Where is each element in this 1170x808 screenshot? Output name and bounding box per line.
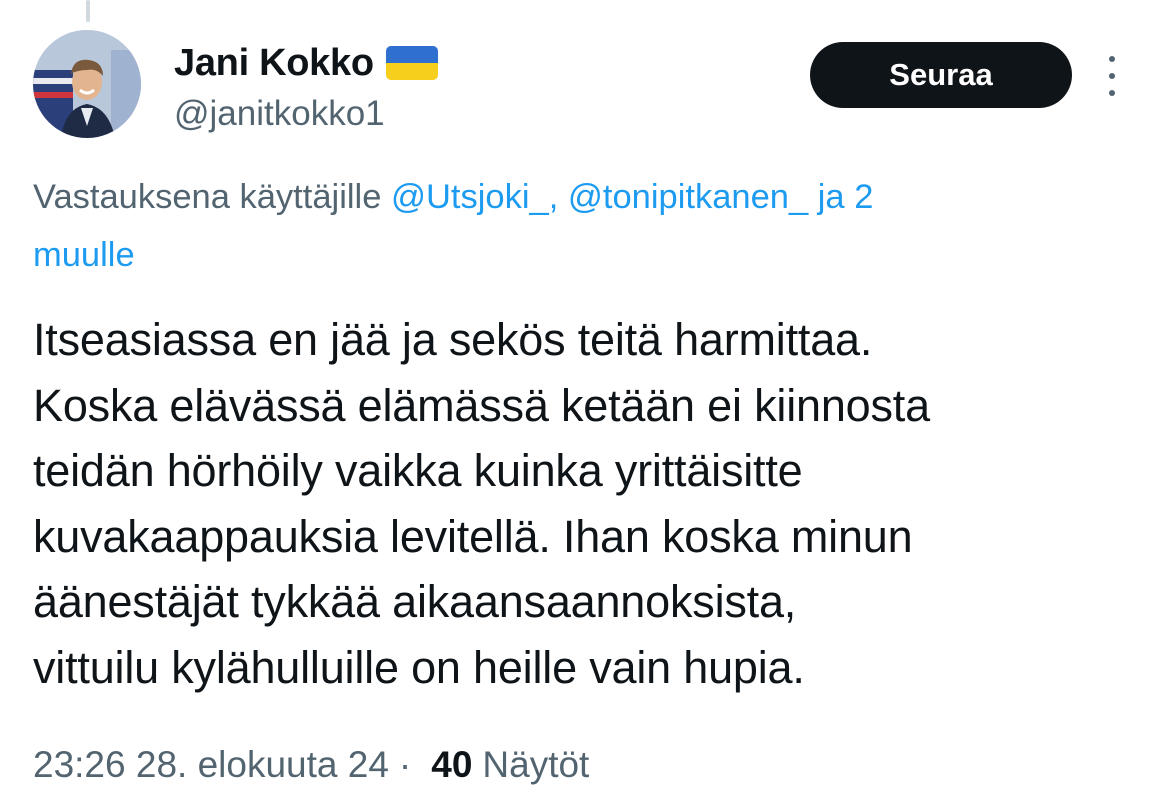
reply-context-prefix: Vastauksena käyttäjille <box>33 178 391 216</box>
author-name-row: Jani Kokko <box>174 38 438 88</box>
author-display-name[interactable]: Jani Kokko <box>174 42 374 85</box>
mention-tonipitkanen[interactable]: @tonipitkanen_ <box>568 178 808 216</box>
thread-connector-line <box>86 0 90 22</box>
mention-utsjoki[interactable]: @Utsjoki_ <box>391 178 549 216</box>
views-count: 40 <box>431 744 473 785</box>
tweet-text-line: vittuilu kylähulluille on heille vain hu… <box>33 641 805 693</box>
ukraine-flag-icon <box>385 46 438 80</box>
more-options-icon[interactable] <box>1103 56 1121 96</box>
tweet-text-line: kuvakaappauksia levitellä. Ihan koska mi… <box>33 510 913 562</box>
author-handle[interactable]: @janitkokko1 <box>174 94 385 134</box>
tweet-text-line: Koska elävässä elämässä ketään ei kiinno… <box>33 379 930 431</box>
mention-separator: , <box>548 178 568 216</box>
tweet-text-line: äänestäjät tykkää aikaansaannoksista, <box>33 576 797 627</box>
tweet-meta: 23:26 28. elokuuta 24 · 40 Näytöt <box>33 744 589 786</box>
avatar[interactable] <box>33 30 141 138</box>
reply-context: Vastauksena käyttäjille @Utsjoki_, @toni… <box>33 168 1143 284</box>
views-label: Näytöt <box>482 744 590 785</box>
mention-others-label[interactable]: muulle <box>33 236 135 274</box>
tweet-detail: Jani Kokko @janitkokko1 Seuraa Vastaukse… <box>0 0 1170 808</box>
follow-button[interactable]: Seuraa <box>810 42 1072 108</box>
tweet-text-line: Itseasiassa en jää ja sekös teitä harmit… <box>33 314 873 365</box>
tweet-timestamp[interactable]: 23:26 28. elokuuta 24 <box>33 744 389 786</box>
meta-separator-dot: · <box>398 744 412 785</box>
mention-others-count[interactable]: ja 2 <box>808 178 874 216</box>
tweet-text-line: teidän hörhöily vaikka kuinka yrittäisit… <box>33 445 803 496</box>
tweet-text: Itseasiassa en jää ja sekös teitä harmit… <box>33 307 1153 700</box>
avatar-photo <box>33 30 141 138</box>
